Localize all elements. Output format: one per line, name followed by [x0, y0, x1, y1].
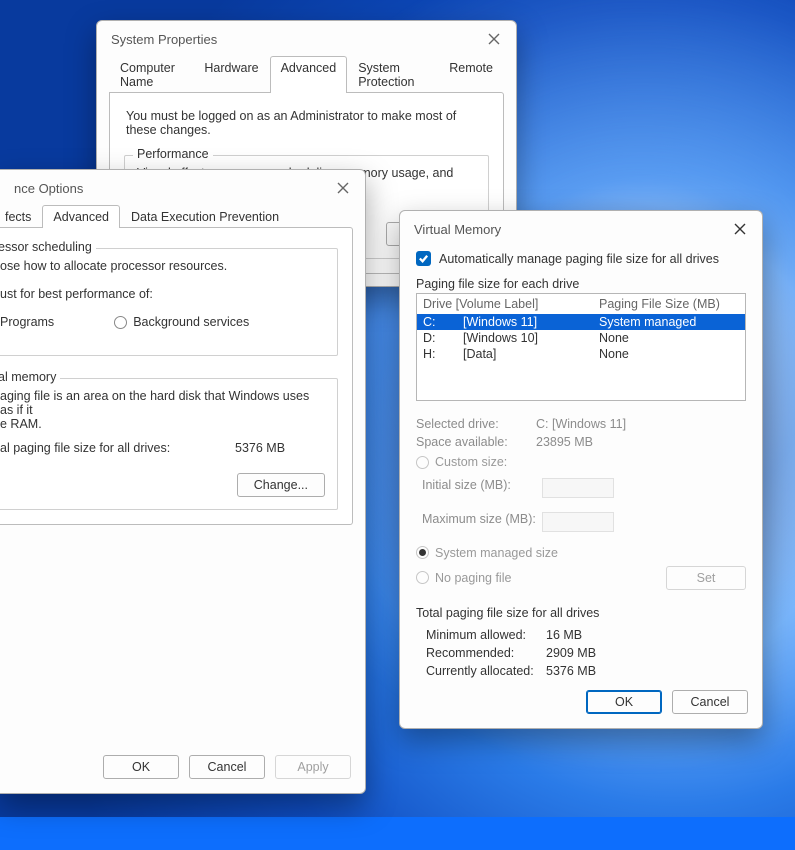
radio-dot-icon	[114, 316, 127, 329]
drive-letter: C:	[423, 315, 463, 329]
admin-note: You must be logged on as an Administrato…	[124, 107, 489, 143]
col-drive: Drive [Volume Label]	[423, 297, 599, 311]
change-button[interactable]: Change...	[237, 473, 325, 497]
radio-background-services[interactable]: Background services	[114, 315, 249, 329]
ok-button[interactable]: OK	[103, 755, 179, 779]
radio-no-paging-file: No paging file	[416, 571, 666, 585]
drive-letter: H:	[423, 347, 463, 361]
drive-row-h[interactable]: H: [Data] None	[417, 346, 745, 362]
tab-dep[interactable]: Data Execution Prevention	[120, 205, 290, 228]
radio-dot-icon	[416, 546, 429, 559]
space-available-value: 23895 MB	[536, 435, 593, 449]
auto-manage-checkbox[interactable]: Automatically manage paging file size fo…	[416, 251, 719, 266]
recommended-value: 2909 MB	[546, 646, 596, 660]
window-title: nce Options	[14, 181, 83, 196]
sched-desc: ose how to allocate processor resources.	[0, 259, 325, 273]
virtual-memory-group: al memory aging file is an area on the h…	[0, 378, 338, 510]
drive-size: None	[599, 347, 739, 361]
ok-button[interactable]: OK	[586, 690, 662, 714]
min-allowed-value: 16 MB	[546, 628, 582, 642]
radio-programs-label: Programs	[0, 315, 54, 329]
apply-button[interactable]: Apply	[275, 755, 351, 779]
drive-table: Drive [Volume Label] Paging File Size (M…	[416, 293, 746, 401]
performance-legend: Performance	[133, 147, 213, 161]
checkmark-icon	[416, 251, 431, 266]
drive-row-d[interactable]: D: [Windows 10] None	[417, 330, 745, 346]
drive-label: [Windows 11]	[463, 315, 599, 329]
drive-row-c[interactable]: C: [Windows 11] System managed	[417, 314, 745, 330]
drive-size: System managed	[599, 315, 739, 329]
titlebar[interactable]: nce Options	[0, 170, 365, 204]
radio-bg-label: Background services	[133, 315, 249, 329]
maximum-size-input	[542, 512, 614, 532]
tabstrip: Computer Name Hardware Advanced System P…	[97, 55, 516, 92]
selected-drive-value: C: [Windows 11]	[536, 417, 626, 431]
currently-allocated-value: 5376 MB	[546, 664, 596, 678]
tab-hardware[interactable]: Hardware	[193, 56, 269, 93]
radio-system-managed: System managed size	[416, 546, 558, 560]
dialog-buttons: OK Cancel Apply	[0, 745, 365, 793]
tab-system-protection[interactable]: System Protection	[347, 56, 438, 93]
custom-size-label: Custom size:	[435, 455, 507, 469]
adjust-label: ust for best performance of:	[0, 287, 325, 301]
auto-manage-label: Automatically manage paging file size fo…	[439, 252, 719, 266]
performance-options-window: nce Options fects Advanced Data Executio…	[0, 169, 366, 794]
tab-advanced[interactable]: Advanced	[42, 205, 120, 228]
window-title: Virtual Memory	[414, 222, 501, 237]
window-title: System Properties	[111, 32, 217, 47]
recommended-label: Recommended:	[426, 646, 546, 660]
vmem-legend: al memory	[0, 370, 60, 384]
vmem-total-value: 5376 MB	[235, 441, 325, 455]
cancel-button[interactable]: Cancel	[672, 690, 748, 714]
initial-size-label: Initial size (MB):	[422, 478, 542, 498]
tab-remote[interactable]: Remote	[438, 56, 504, 93]
totals-header: Total paging file size for all drives	[416, 606, 746, 620]
vmem-desc2: e RAM.	[0, 417, 325, 431]
no-paging-label: No paging file	[435, 571, 511, 585]
vmem-total-label: al paging file size for all drives:	[0, 441, 235, 455]
selected-drive-label: Selected drive:	[416, 417, 536, 431]
system-managed-label: System managed size	[435, 546, 558, 560]
radio-dot-icon	[416, 571, 429, 584]
maximum-size-label: Maximum size (MB):	[422, 512, 542, 532]
col-size: Paging File Size (MB)	[599, 297, 739, 311]
tab-visual-effects[interactable]: fects	[0, 205, 42, 228]
tabpanel-advanced: essor scheduling ose how to allocate pro…	[0, 227, 353, 525]
cancel-button[interactable]: Cancel	[189, 755, 265, 779]
sched-legend: essor scheduling	[0, 240, 96, 254]
titlebar[interactable]: Virtual Memory	[400, 211, 762, 245]
tabstrip: fects Advanced Data Execution Prevention	[0, 204, 365, 227]
drive-label: [Data]	[463, 347, 599, 361]
drive-size: None	[599, 331, 739, 345]
dialog-buttons: OK Cancel	[400, 680, 762, 728]
vmem-desc1: aging file is an area on the hard disk t…	[0, 389, 325, 417]
titlebar[interactable]: System Properties	[97, 21, 516, 55]
virtual-memory-window: Virtual Memory Automatically manage pagi…	[399, 210, 763, 729]
drive-table-header: Drive [Volume Label] Paging File Size (M…	[417, 294, 745, 314]
close-icon[interactable]	[335, 180, 351, 196]
tab-advanced[interactable]: Advanced	[270, 56, 348, 93]
radio-custom-size: Custom size:	[416, 455, 507, 469]
close-icon[interactable]	[732, 221, 748, 237]
drive-label: [Windows 10]	[463, 331, 599, 345]
processor-scheduling-group: essor scheduling ose how to allocate pro…	[0, 248, 338, 356]
initial-size-input	[542, 478, 614, 498]
drive-letter: D:	[423, 331, 463, 345]
currently-allocated-label: Currently allocated:	[426, 664, 546, 678]
space-available-label: Space available:	[416, 435, 536, 449]
min-allowed-label: Minimum allowed:	[426, 628, 546, 642]
close-icon[interactable]	[486, 31, 502, 47]
radio-dot-icon	[416, 456, 429, 469]
tab-computer-name[interactable]: Computer Name	[109, 56, 193, 93]
radio-programs[interactable]: Programs	[0, 315, 54, 329]
set-button: Set	[666, 566, 746, 590]
section-label: Paging file size for each drive	[416, 277, 746, 291]
